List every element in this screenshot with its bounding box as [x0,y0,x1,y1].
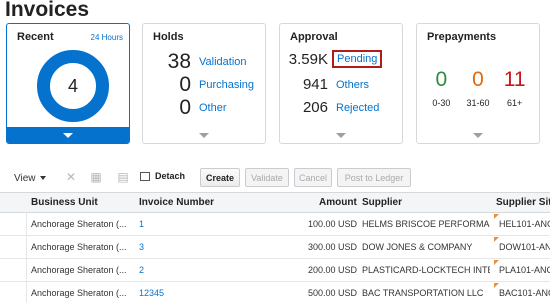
cell-supplier-site: PLA101-ANC [499,265,550,275]
recent-count: 4 [67,75,78,96]
approval-row-rejected: 206 Rejected [288,99,379,116]
prepay-label: 61+ [507,98,523,108]
cell-supplier: PLASTICARD-LOCKTECH INTE... [362,265,490,275]
table-row[interactable]: Anchorage Sheraton (... 3 300.00 USD DOW… [0,236,550,259]
prepay-label: 31-60 [466,98,490,108]
holds-row-validation: 38 Validation [153,50,247,74]
cell-amount: 200.00 USD [307,265,357,275]
cell-amount: 500.00 USD [307,288,357,298]
holds-other-link[interactable]: Other [199,102,227,114]
cell-supplier: DOW JONES & COMPANY [362,242,473,252]
holds-validation-count: 38 [167,50,191,73]
prepayments-expand-button[interactable] [417,127,539,143]
holds-row-other: 0 Other [153,96,227,120]
post-to-ledger-button[interactable]: Post to Ledger [337,168,411,187]
prepay-bucket-61-plus[interactable]: 11 61+ [498,68,532,108]
cell-supplier: BAC TRANSPORTATION LLC [362,288,484,298]
detach-button[interactable]: Detach [140,171,185,181]
column-header-supplier-site[interactable]: Supplier Sit [496,197,550,208]
prepayments-tile-title: Prepayments [427,31,497,43]
table-toolbar: View ✕ ▦ ▤ Detach Create Validate Cancel… [0,168,550,188]
holds-purchasing-link[interactable]: Purchasing [199,79,254,91]
holds-validation-link[interactable]: Validation [199,56,247,68]
chevron-down-icon [63,132,73,138]
approval-rejected-count: 206 [302,99,328,116]
cancel-button[interactable]: Cancel [294,168,332,187]
approval-pending-count: 3.59K [288,50,328,68]
cell-business-unit: Anchorage Sheraton (... [31,242,127,252]
prepay-value: 0 [472,68,484,91]
detach-label: Detach [155,171,186,181]
approval-pending-link[interactable]: Pending [332,50,383,68]
cell-amount: 100.00 USD [307,219,357,229]
approval-rejected-link[interactable]: Rejected [336,102,379,114]
cell-business-unit: Anchorage Sheraton (... [31,288,127,298]
approval-tile-title: Approval [290,31,338,43]
cell-invoice-number-link[interactable]: 2 [139,265,144,275]
recent-donut-chart[interactable]: 4 [37,50,109,122]
approval-row-pending: 3.59K Pending [288,50,383,68]
approval-others-count: 941 [302,76,328,93]
column-header-invoice-number[interactable]: Invoice Number [139,197,214,208]
cell-supplier: HELMS BRISCOE PERFORMAN... [362,219,490,229]
recent-expand-button[interactable] [7,127,129,143]
row-selector[interactable] [0,213,27,235]
holds-tile[interactable]: Holds 38 Validation 0 Purchasing 0 Other [142,23,266,144]
recent-tile-title: Recent [17,31,54,43]
table-row[interactable]: Anchorage Sheraton (... 1 100.00 USD HEL… [0,213,550,236]
table-row[interactable]: Anchorage Sheraton (... 2 200.00 USD PLA… [0,259,550,282]
delete-icon[interactable]: ✕ [64,170,78,184]
cell-invoice-number-link[interactable]: 3 [139,242,144,252]
cell-supplier-site: DOW101-ANC [499,242,550,252]
invoices-table: Business Unit Invoice Number Amount Supp… [0,192,550,303]
row-selector[interactable] [0,282,27,303]
cell-invoice-number-link[interactable]: 1 [139,219,144,229]
prepayments-tile[interactable]: Prepayments 0 0-30 0 31-60 11 61+ [416,23,540,144]
recent-period-badge: 24 Hours [90,33,123,42]
holds-purchasing-count: 0 [179,73,191,96]
prepay-bucket-31-60[interactable]: 0 31-60 [461,68,495,108]
approval-expand-button[interactable] [280,127,402,143]
cell-supplier-site: BAC101-ANC [499,288,550,298]
cell-supplier-site: HEL101-ANC [499,219,550,229]
caret-down-icon [39,176,46,180]
holds-row-purchasing: 0 Purchasing [153,73,254,97]
row-selector[interactable] [0,236,27,258]
row-selector[interactable] [0,259,27,281]
recent-tile[interactable]: Recent 24 Hours 4 [6,23,130,144]
chevron-down-icon [336,132,346,138]
cell-business-unit: Anchorage Sheraton (... [31,265,127,275]
table-header: Business Unit Invoice Number Amount Supp… [0,192,550,213]
holds-other-count: 0 [179,96,191,119]
approval-others-link[interactable]: Others [336,79,369,91]
approval-row-others: 941 Others [288,76,369,93]
chevron-down-icon [473,132,483,138]
page-title: Invoices [5,0,90,21]
view-menu-label: View [14,172,36,184]
create-button[interactable]: Create [200,168,240,187]
table-row[interactable]: Anchorage Sheraton (... 12345 500.00 USD… [0,282,550,303]
freeze-icon[interactable]: ▤ [116,170,130,184]
cell-business-unit: Anchorage Sheraton (... [31,219,127,229]
prepay-label: 0-30 [432,98,451,108]
prepay-value: 11 [503,68,526,91]
export-icon[interactable]: ▦ [89,170,103,184]
cell-invoice-number-link[interactable]: 12345 [139,288,164,298]
detach-icon [140,171,150,181]
holds-tile-title: Holds [153,31,184,43]
cell-amount: 300.00 USD [307,242,357,252]
column-header-business-unit[interactable]: Business Unit [31,197,98,208]
prepay-bucket-0-30[interactable]: 0 0-30 [424,68,458,108]
column-header-amount[interactable]: Amount [319,197,357,208]
column-header-supplier[interactable]: Supplier [362,197,402,208]
approval-tile[interactable]: Approval 3.59K Pending 941 Others 206 Re… [279,23,403,144]
validate-button[interactable]: Validate [245,168,289,187]
view-menu[interactable]: View [14,173,46,184]
holds-expand-button[interactable] [143,127,265,143]
prepay-value: 0 [435,68,448,91]
chevron-down-icon [199,132,209,138]
